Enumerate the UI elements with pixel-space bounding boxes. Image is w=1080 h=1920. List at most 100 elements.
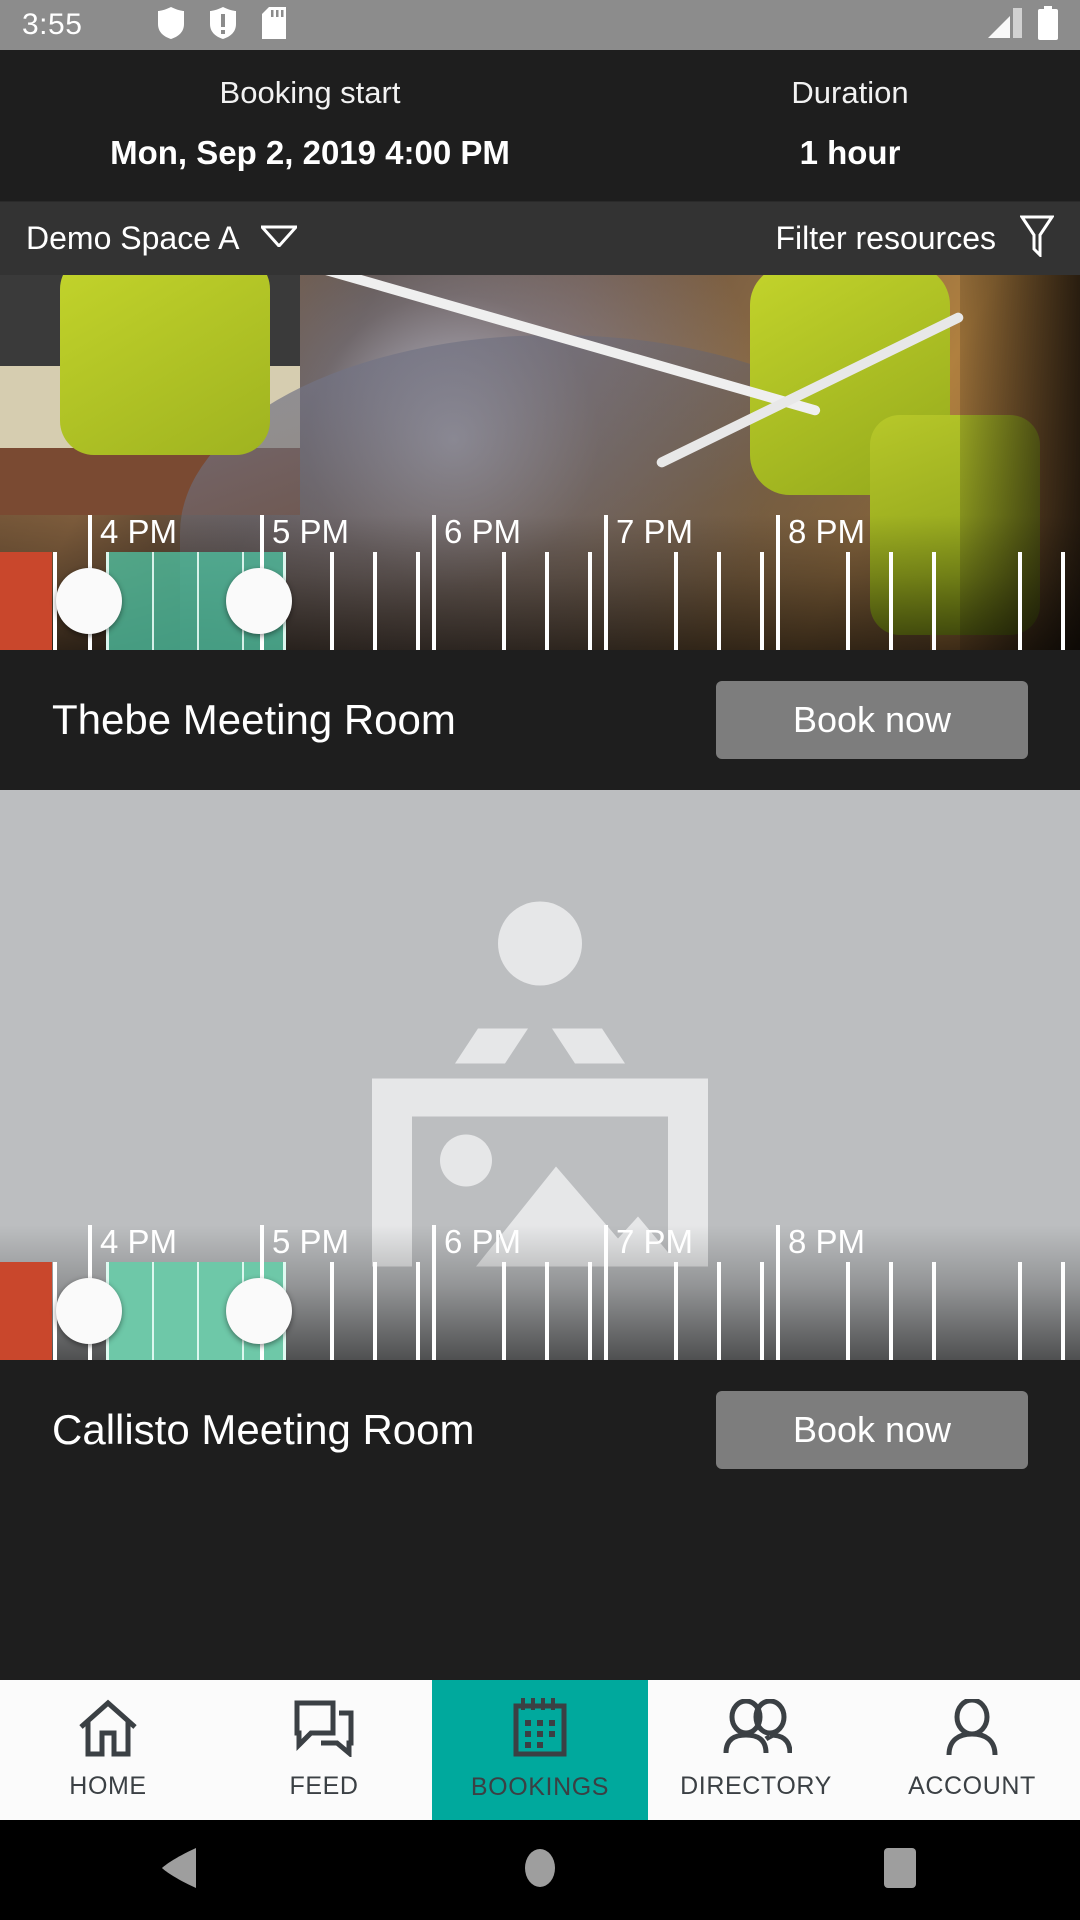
booking-duration-value: 1 hour (799, 134, 901, 172)
timeline-tick-quarter (373, 1261, 377, 1360)
timeline-tick-quarter (545, 551, 549, 650)
back-triangle-icon[interactable] (160, 1846, 200, 1895)
timeline-tick-quarter (760, 1261, 764, 1360)
status-bar-clock: 3:55 (22, 8, 83, 41)
resource-media-photo[interactable]: 4 PM 5 PM 6 PM 7 PM 8 PM (0, 274, 1080, 650)
room-name: Thebe Meeting Room (52, 695, 456, 743)
nav-label-home: HOME (69, 1772, 147, 1800)
booking-summary-header: Booking start Mon, Sep 2, 2019 4:00 PM D… (0, 50, 1080, 201)
timeline-hour-label: 7 PM (616, 1222, 694, 1260)
book-now-button[interactable]: Book now (716, 1390, 1028, 1469)
timeline-hour-label: 4 PM (100, 512, 178, 550)
timeline-selection-divider (197, 551, 199, 650)
timeline-tick-quarter (1061, 1261, 1065, 1360)
resource-footer-callisto: Callisto Meeting Room Book now (0, 1359, 1080, 1500)
timeline-hour-label: 7 PM (616, 512, 694, 550)
timeline-tick-quarter (889, 1261, 893, 1360)
timeline-tick-quarter (373, 551, 377, 650)
space-selector-label: Demo Space A (26, 219, 240, 256)
timeline-hour-label: 5 PM (272, 1222, 350, 1260)
booking-duration-block[interactable]: Duration 1 hour (620, 74, 1080, 173)
booking-duration-label: Duration (791, 75, 909, 110)
timeline-tick-quarter (588, 551, 592, 650)
timeline-handle-start[interactable] (56, 1277, 122, 1344)
nav-item-feed[interactable]: FEED (216, 1680, 432, 1820)
timeline-tick-quarter (760, 551, 764, 650)
timeline-tick-quarter (1061, 551, 1065, 650)
resource-card-callisto: 4 PM 5 PM 6 PM 7 PM 8 PM Callisto Meetin… (0, 789, 1080, 1500)
timeline-tick-quarter (717, 551, 721, 650)
timeline-tick-quarter (588, 1261, 592, 1360)
nav-item-account[interactable]: ACCOUNT (864, 1680, 1080, 1820)
timeline-tick-quarter (674, 1261, 678, 1360)
timeline-tick-quarter (889, 551, 893, 650)
timeline-tick-quarter (502, 551, 506, 650)
timeline-callisto[interactable]: 4 PM 5 PM 6 PM 7 PM 8 PM (0, 1222, 1080, 1360)
timeline-track[interactable] (0, 551, 1080, 650)
signal-icon (988, 7, 1022, 43)
resource-media-placeholder[interactable]: 4 PM 5 PM 6 PM 7 PM 8 PM (0, 789, 1080, 1360)
filter-bar: Demo Space A Filter resources (0, 200, 1080, 275)
timeline-tick-quarter (932, 1261, 936, 1360)
booking-start-block[interactable]: Booking start Mon, Sep 2, 2019 4:00 PM (0, 74, 620, 173)
timeline-handle-end[interactable] (226, 567, 292, 634)
space-selector[interactable]: Demo Space A (26, 219, 300, 257)
nav-label-feed: FEED (289, 1772, 359, 1800)
timeline-selection-divider (152, 551, 154, 650)
timeline-tick-quarter (674, 551, 678, 650)
image-placeholder-icon (370, 899, 710, 1274)
booking-start-value: Mon, Sep 2, 2019 4:00 PM (110, 134, 510, 172)
timeline-hour-label: 6 PM (444, 1222, 522, 1260)
exclamation-icon (210, 6, 237, 44)
timeline-handle-end[interactable] (226, 1277, 292, 1344)
status-bar-notification-icons (158, 6, 287, 44)
timeline-tick-quarter (846, 1261, 850, 1360)
booking-start-label: Booking start (219, 75, 401, 110)
nav-item-directory[interactable]: DIRECTORY (648, 1680, 864, 1820)
sd-card-icon (262, 6, 287, 44)
app-screen: 3:55 Booking start Mon, Sep 2, 2019 4:00… (0, 0, 1080, 1920)
timeline-tick-quarter (1018, 551, 1022, 650)
timeline-tick-quarter (545, 1261, 549, 1360)
status-bar: 3:55 (0, 0, 1080, 50)
timeline-tick-quarter (846, 551, 850, 650)
resource-footer-thebe: Thebe Meeting Room Book now (0, 649, 1080, 790)
timeline-hour-label: 5 PM (272, 512, 350, 550)
person-icon (943, 1697, 1001, 1762)
timeline-handle-start[interactable] (56, 567, 122, 634)
timeline-tick-quarter (330, 1261, 334, 1360)
timeline-past-block (0, 551, 52, 650)
nav-label-account: ACCOUNT (908, 1772, 1036, 1800)
timeline-hour-label: 8 PM (788, 1222, 866, 1260)
timeline-tick-quarter (717, 1261, 721, 1360)
timeline-tick-quarter (416, 1261, 420, 1360)
timeline-hour-label: 6 PM (444, 512, 522, 550)
nav-item-bookings[interactable]: BOOKINGS (432, 1680, 648, 1820)
resource-card-thebe: 4 PM 5 PM 6 PM 7 PM 8 PM Thebe Meeting R… (0, 274, 1080, 790)
filter-resources-button[interactable]: Filter resources (776, 215, 1055, 262)
people-icon (720, 1698, 793, 1762)
calendar-icon (512, 1698, 568, 1763)
timeline-tick-quarter (502, 1261, 506, 1360)
chat-icon (293, 1699, 355, 1762)
timeline-hour-label: 4 PM (100, 1222, 178, 1260)
nav-label-directory: DIRECTORY (680, 1772, 832, 1800)
nav-item-home[interactable]: HOME (0, 1680, 216, 1820)
funnel-icon (1019, 215, 1055, 262)
chevron-down-icon (259, 225, 300, 252)
recents-square-icon[interactable] (880, 1846, 920, 1895)
timeline-tick-quarter (416, 551, 420, 650)
home-circle-icon[interactable] (519, 1847, 561, 1894)
timeline-tick-quarter (330, 551, 334, 650)
timeline-track[interactable] (0, 1261, 1080, 1360)
battery-icon (1038, 5, 1058, 45)
room-name: Callisto Meeting Room (52, 1405, 475, 1453)
filter-resources-label: Filter resources (775, 219, 997, 256)
bottom-navigation: HOME FEED BOOKINGS DIRECTORY ACCOUNT (0, 1680, 1080, 1820)
timeline-tick-quarter (1018, 1261, 1022, 1360)
book-now-button[interactable]: Book now (716, 680, 1028, 759)
timeline-thebe[interactable]: 4 PM 5 PM 6 PM 7 PM 8 PM (0, 512, 1080, 650)
timeline-selection-divider (197, 1261, 199, 1360)
timeline-past-block (0, 1261, 52, 1360)
home-icon (77, 1699, 139, 1762)
